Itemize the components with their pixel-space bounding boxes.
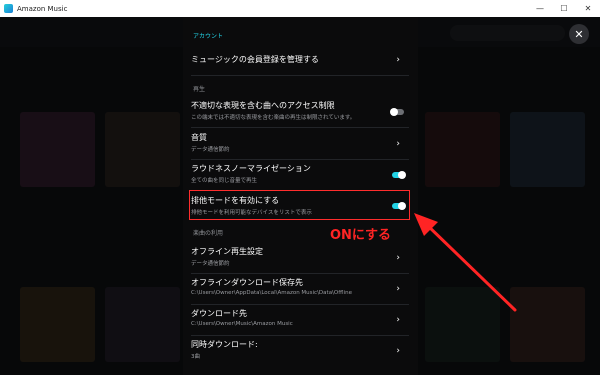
annotation-arrow-shaft	[424, 222, 517, 312]
annotation-arrow	[414, 213, 517, 312]
